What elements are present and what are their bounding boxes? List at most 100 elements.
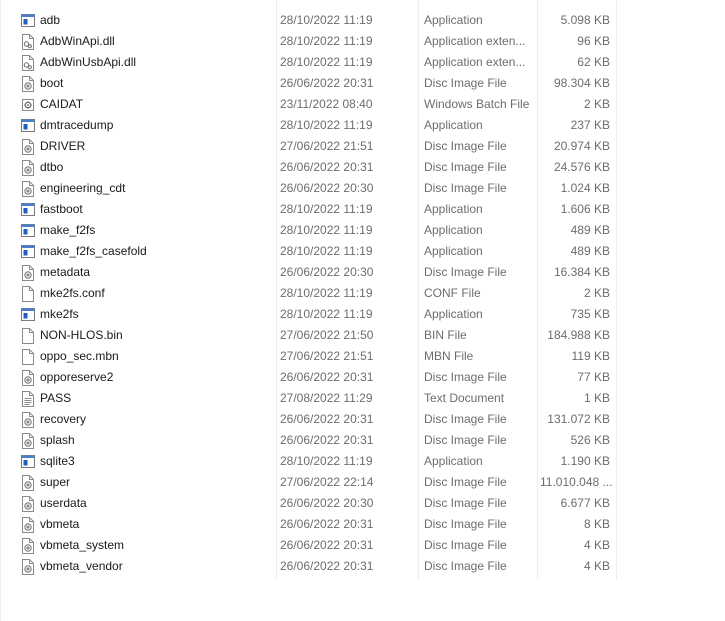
file-type: MBN File	[424, 349, 474, 363]
file-date-modified: 27/06/2022 22:14	[280, 475, 374, 489]
file-row[interactable]: mke2fs.conf 28/10/2022 11:19 CONF File 2…	[0, 283, 725, 304]
dll-file-icon	[21, 55, 35, 71]
file-row[interactable]: fastboot 28/10/2022 11:19 Application 1.…	[0, 199, 725, 220]
file-size: 2 KB	[583, 286, 610, 300]
file-row[interactable]: mke2fs 28/10/2022 11:19 Application 735 …	[0, 304, 725, 325]
disc-image-icon	[21, 517, 35, 533]
file-type: Application	[424, 13, 483, 27]
file-date-modified: 28/10/2022 11:19	[280, 13, 373, 27]
file-row[interactable]: metadata 26/06/2022 20:30 Disc Image Fil…	[0, 262, 725, 283]
file-row[interactable]: AdbWinUsbApi.dll 28/10/2022 11:19 Applic…	[0, 52, 725, 73]
file-size: 1.024 KB	[560, 181, 610, 195]
application-icon	[21, 13, 35, 29]
file-date-modified: 28/10/2022 11:19	[280, 55, 373, 69]
file-row[interactable]: super 27/06/2022 22:14 Disc Image File 1…	[0, 472, 725, 493]
file-type: Application	[424, 118, 483, 132]
application-icon	[21, 307, 35, 323]
file-name: splash	[40, 433, 75, 447]
dll-file-icon	[21, 34, 35, 50]
file-size: 98.304 KB	[553, 76, 610, 90]
file-date-modified: 23/11/2022 08:40	[280, 97, 373, 111]
file-type: Application	[424, 454, 483, 468]
file-row[interactable]: vbmeta_system 26/06/2022 20:31 Disc Imag…	[0, 535, 725, 556]
file-date-modified: 28/10/2022 11:19	[280, 223, 373, 237]
file-row[interactable]: oppo_sec.mbn 27/06/2022 21:51 MBN File 1…	[0, 346, 725, 367]
file-type: Disc Image File	[424, 559, 507, 573]
file-row[interactable]: make_f2fs_casefold 28/10/2022 11:19 Appl…	[0, 241, 725, 262]
file-row[interactable]: CAIDAT 23/11/2022 08:40 Windows Batch Fi…	[0, 94, 725, 115]
file-row[interactable]: opporeserve2 26/06/2022 20:31 Disc Image…	[0, 367, 725, 388]
file-row[interactable]: AdbWinApi.dll 28/10/2022 11:19 Applicati…	[0, 31, 725, 52]
disc-image-icon	[21, 139, 35, 155]
file-row[interactable]: dmtracedump 28/10/2022 11:19 Application…	[0, 115, 725, 136]
file-date-modified: 28/10/2022 11:19	[280, 286, 373, 300]
file-name: dmtracedump	[40, 118, 114, 132]
file-date-modified: 26/06/2022 20:31	[280, 412, 374, 426]
file-name: vbmeta	[40, 517, 80, 531]
file-type: Disc Image File	[424, 433, 507, 447]
disc-image-icon	[21, 433, 35, 449]
file-size: 1.190 KB	[560, 454, 610, 468]
file-row[interactable]: vbmeta 26/06/2022 20:31 Disc Image File …	[0, 514, 725, 535]
file-list: adb 28/10/2022 11:19 Application 5.098 K…	[0, 10, 725, 577]
disc-image-icon	[21, 496, 35, 512]
file-type: Disc Image File	[424, 538, 507, 552]
file-size: 4 KB	[583, 538, 610, 552]
file-row[interactable]: dtbo 26/06/2022 20:31 Disc Image File 24…	[0, 157, 725, 178]
file-row[interactable]: userdata 26/06/2022 20:30 Disc Image Fil…	[0, 493, 725, 514]
disc-image-icon	[21, 412, 35, 428]
file-name: AdbWinUsbApi.dll	[40, 55, 137, 69]
file-name: make_f2fs	[40, 223, 96, 237]
file-type: Disc Image File	[424, 76, 507, 90]
file-date-modified: 27/06/2022 21:51	[280, 139, 374, 153]
file-row[interactable]: vbmeta_vendor 26/06/2022 20:31 Disc Imag…	[0, 556, 725, 577]
file-name: super	[40, 475, 71, 489]
file-type: Disc Image File	[424, 517, 507, 531]
batch-file-icon	[21, 97, 35, 113]
file-row[interactable]: splash 26/06/2022 20:31 Disc Image File …	[0, 430, 725, 451]
file-name: NON-HLOS.bin	[40, 328, 123, 342]
disc-image-icon	[21, 475, 35, 491]
application-icon	[21, 118, 35, 134]
file-name: boot	[40, 76, 64, 90]
file-type: Text Document	[424, 391, 505, 405]
file-size: 62 KB	[577, 55, 610, 69]
file-size: 526 KB	[570, 433, 610, 447]
file-date-modified: 26/06/2022 20:31	[280, 538, 374, 552]
file-row[interactable]: recovery 26/06/2022 20:31 Disc Image Fil…	[0, 409, 725, 430]
file-name: dtbo	[40, 160, 64, 174]
disc-image-icon	[21, 265, 35, 281]
file-name: make_f2fs_casefold	[40, 244, 147, 258]
file-type: Disc Image File	[424, 475, 507, 489]
blank-file-icon	[21, 286, 35, 302]
file-size: 96 KB	[577, 34, 610, 48]
text-document-icon	[21, 391, 35, 407]
file-row[interactable]: adb 28/10/2022 11:19 Application 5.098 K…	[0, 10, 725, 31]
file-type: Application	[424, 223, 483, 237]
file-name: mke2fs.conf	[40, 286, 105, 300]
file-row[interactable]: NON-HLOS.bin 27/06/2022 21:50 BIN File 1…	[0, 325, 725, 346]
file-name: mke2fs	[40, 307, 79, 321]
file-date-modified: 26/06/2022 20:31	[280, 76, 374, 90]
file-row[interactable]: make_f2fs 28/10/2022 11:19 Application 4…	[0, 220, 725, 241]
file-date-modified: 27/06/2022 21:51	[280, 349, 374, 363]
file-name: vbmeta_vendor	[40, 559, 123, 573]
file-size: 6.677 KB	[560, 496, 610, 510]
file-type: Windows Batch File	[424, 97, 530, 111]
file-type: Disc Image File	[424, 139, 507, 153]
file-type: Disc Image File	[424, 412, 507, 426]
file-size: 1 KB	[583, 391, 610, 405]
file-row[interactable]: DRIVER 27/06/2022 21:51 Disc Image File …	[0, 136, 725, 157]
file-size: 735 KB	[570, 307, 610, 321]
file-name: AdbWinApi.dll	[40, 34, 115, 48]
file-name: opporeserve2	[40, 370, 114, 384]
file-date-modified: 26/06/2022 20:31	[280, 370, 374, 384]
file-row[interactable]: boot 26/06/2022 20:31 Disc Image File 98…	[0, 73, 725, 94]
file-size: 5.098 KB	[560, 13, 610, 27]
file-row[interactable]: PASS 27/08/2022 11:29 Text Document 1 KB	[0, 388, 725, 409]
file-row[interactable]: engineering_cdt 26/06/2022 20:30 Disc Im…	[0, 178, 725, 199]
disc-image-icon	[21, 160, 35, 176]
file-row[interactable]: sqlite3 28/10/2022 11:19 Application 1.1…	[0, 451, 725, 472]
file-name: DRIVER	[40, 139, 86, 153]
file-date-modified: 28/10/2022 11:19	[280, 202, 373, 216]
